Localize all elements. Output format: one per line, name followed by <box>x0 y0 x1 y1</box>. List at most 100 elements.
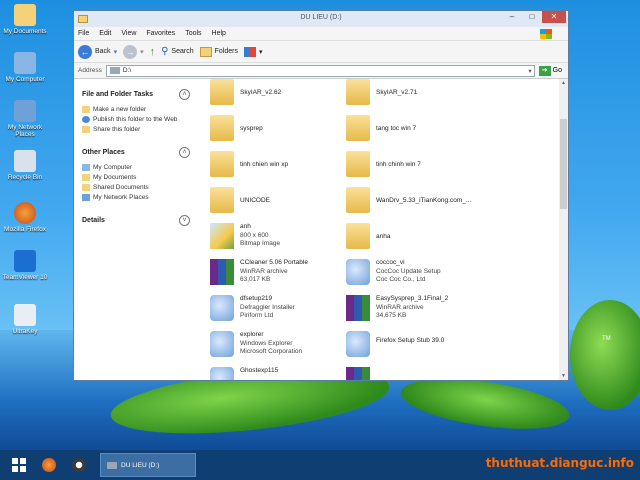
file-item[interactable]: SkyIAR_v2.71 <box>346 79 496 109</box>
views-button[interactable]: ▾ <box>243 46 263 57</box>
my-computer-icon <box>14 52 36 74</box>
desktop-icon-my-computer[interactable]: My Computer <box>0 52 50 83</box>
section-title: Details <box>82 217 105 224</box>
menu-favorites[interactable]: Favorites <box>146 30 175 37</box>
scroll-down-icon[interactable]: ▼ <box>559 373 568 379</box>
new-folder-icon <box>82 106 90 113</box>
media-player-icon[interactable] <box>72 458 86 472</box>
shared-documents-icon <box>82 184 90 191</box>
file-item[interactable]: WanDrv_5.33_iTianKong.com_... <box>346 185 496 217</box>
my-documents-icon <box>14 4 36 26</box>
share-folder-icon <box>82 126 90 133</box>
installer-icon <box>346 259 370 285</box>
file-item[interactable]: tang toc win 7 <box>346 113 496 145</box>
menu-help[interactable]: Help <box>212 30 226 37</box>
file-item[interactable]: anha <box>346 221 496 253</box>
desktop-icon-ultrakey[interactable]: UltraKey <box>0 304 50 335</box>
views-icon <box>243 46 256 57</box>
firefox-icon[interactable] <box>42 458 56 472</box>
title-bar[interactable]: DU LIEU (D:) – □ ✕ <box>74 11 568 27</box>
winrar-archive-icon <box>346 295 370 321</box>
menu-view[interactable]: View <box>121 30 136 37</box>
taskbar-item-explorer[interactable]: DU LIEU (D:) <box>100 453 196 477</box>
file-item[interactable]: anh 800 x 600 Bitmap Image <box>210 221 360 253</box>
network-places-icon <box>14 100 36 122</box>
desktop-icon-network-places[interactable]: My Network Places <box>0 100 50 138</box>
maximize-button[interactable]: □ <box>524 11 540 23</box>
window-title: DU LIEU (D:) <box>300 14 342 21</box>
folders-icon <box>199 46 212 57</box>
desktop-icon-recycle-bin[interactable]: Recycle Bin <box>0 150 50 181</box>
address-input[interactable]: D:\ ▾ <box>105 64 535 77</box>
folder-icon <box>346 187 370 213</box>
scroll-thumb[interactable] <box>560 119 567 209</box>
file-item[interactable]: tinh chien win xp <box>210 149 360 181</box>
my-documents-icon <box>82 174 90 181</box>
expand-icon[interactable]: ˅ <box>179 215 190 226</box>
menu-file[interactable]: File <box>78 30 89 37</box>
minimize-button[interactable]: – <box>504 11 520 23</box>
place-my-documents[interactable]: My Documents <box>82 174 190 181</box>
windows-explorer-icon <box>210 331 234 357</box>
file-item[interactable]: Ghostexp115 <box>210 365 360 380</box>
file-item[interactable]: SkyIAR_v2.62 <box>210 79 360 109</box>
go-button[interactable]: ➜ Go <box>538 65 562 76</box>
my-computer-icon <box>82 164 90 171</box>
start-button[interactable] <box>6 452 32 478</box>
chevron-down-icon[interactable]: ▾ <box>528 67 531 75</box>
file-item[interactable]: UNICODE <box>210 185 360 217</box>
file-item[interactable]: coccoc_vi CocCoc Update Setup Coc Coc Co.,… <box>346 257 496 289</box>
address-label: Address <box>78 67 102 74</box>
desktop-icon-teamviewer[interactable]: TeamViewer 10 <box>0 250 50 281</box>
recycle-bin-icon <box>14 150 36 172</box>
file-item[interactable]: dfsetup219 Defraggler Installer Piriform L… <box>210 293 360 325</box>
wallpaper-tm: TM <box>602 336 611 342</box>
close-button[interactable]: ✕ <box>542 11 566 23</box>
file-item[interactable]: tinh chinh win 7 <box>346 149 496 181</box>
windows-logo-icon <box>540 29 552 39</box>
address-bar: Address D:\ ▾ ➜ Go <box>74 63 568 79</box>
desktop-icon-my-documents[interactable]: My Documents <box>0 4 50 35</box>
vertical-scrollbar[interactable]: ▲ ▼ <box>559 79 568 380</box>
file-item[interactable]: explorer Windows Explorer Microsoft Corpor… <box>210 329 360 361</box>
scroll-up-icon[interactable]: ▲ <box>559 80 568 86</box>
forward-button[interactable]: → ▾ <box>123 44 144 59</box>
file-item[interactable] <box>346 365 496 380</box>
section-title: Other Places <box>82 149 125 156</box>
chevron-down-icon: ▾ <box>258 48 263 56</box>
chevron-down-icon: ▾ <box>113 48 118 56</box>
ultrakey-icon <box>14 304 36 326</box>
section-title: File and Folder Tasks <box>82 91 154 98</box>
task-pane: File and Folder Tasks ˄ Make a new folde… <box>74 79 196 380</box>
file-item[interactable]: sysprep <box>210 113 360 145</box>
place-shared-documents[interactable]: Shared Documents <box>82 184 190 191</box>
file-item[interactable]: CCleaner 5.06 Portable WinRAR archive 63,0… <box>210 257 360 289</box>
collapse-icon[interactable]: ˄ <box>179 89 190 100</box>
folder-icon <box>210 115 234 141</box>
task-publish-folder[interactable]: Publish this folder to the Web <box>82 116 190 123</box>
place-my-computer[interactable]: My Computer <box>82 164 190 171</box>
folder-icon <box>210 79 234 105</box>
file-item[interactable]: EasySysprep_3.1Final_2 WinRAR archive 34,6… <box>346 293 496 325</box>
up-folder-icon[interactable]: ↑ <box>150 46 156 58</box>
menu-bar: File Edit View Favorites Tools Help <box>74 27 568 41</box>
installer-icon <box>210 367 234 380</box>
chevron-down-icon: ▾ <box>140 48 144 56</box>
window-body: File and Folder Tasks ˄ Make a new folde… <box>74 79 568 380</box>
menu-tools[interactable]: Tools <box>185 30 201 37</box>
menu-edit[interactable]: Edit <box>99 30 111 37</box>
globe-icon <box>82 116 90 123</box>
task-make-new-folder[interactable]: Make a new folder <box>82 106 190 113</box>
task-share-folder[interactable]: Share this folder <box>82 126 190 133</box>
installer-icon <box>210 295 234 321</box>
desktop-icon-firefox[interactable]: Mozilla Firefox <box>0 202 50 233</box>
place-network-places[interactable]: My Network Places <box>82 194 190 201</box>
firefox-icon <box>14 202 36 224</box>
search-button[interactable]: ⚲ Search <box>161 46 194 57</box>
folders-button[interactable]: Folders <box>199 46 238 57</box>
folder-icon <box>346 115 370 141</box>
back-button[interactable]: ← Back ▾ <box>78 44 118 59</box>
file-list: SkyIAR_v2.62 SkyIAR_v2.71 sysprep tang t… <box>196 79 568 380</box>
collapse-icon[interactable]: ˄ <box>179 147 190 158</box>
file-item[interactable]: Firefox Setup Stub 39.0 <box>346 329 496 361</box>
